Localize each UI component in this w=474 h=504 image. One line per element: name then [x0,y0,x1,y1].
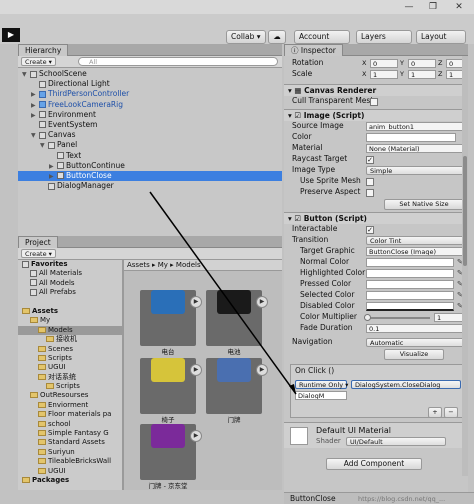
drag-arrow [149,191,297,395]
drag-arrow-line [149,191,297,395]
